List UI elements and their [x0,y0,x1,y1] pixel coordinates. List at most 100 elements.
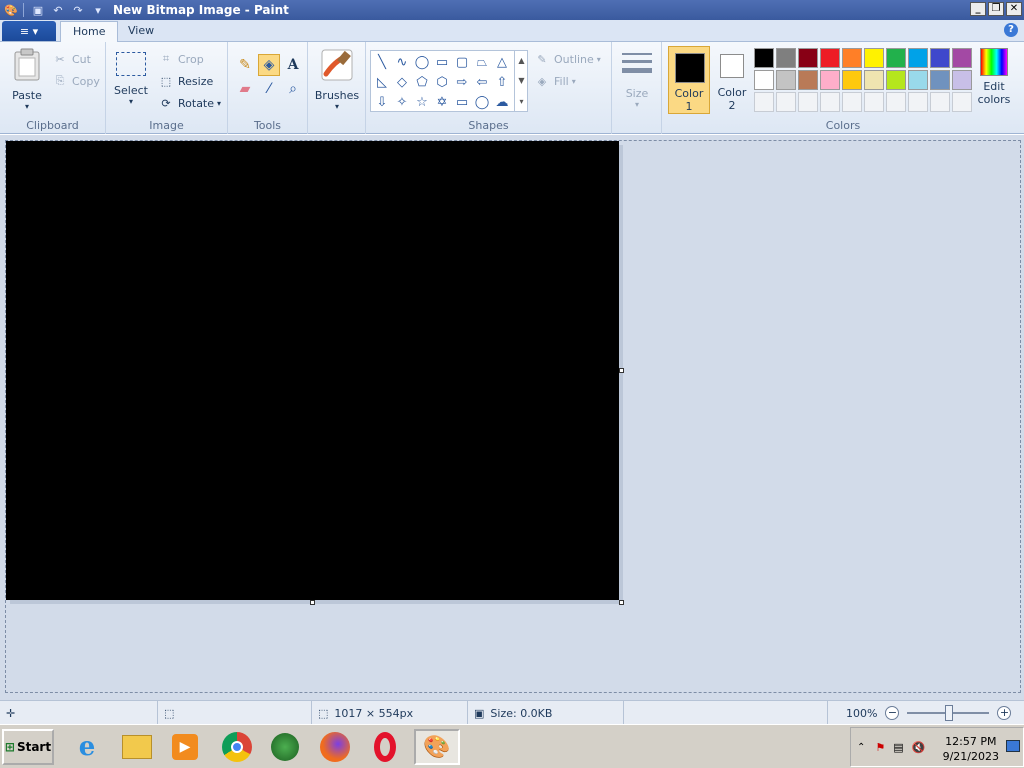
left-arrow-shape-icon[interactable]: ⇦ [472,72,492,92]
shapes-scroller[interactable]: ▲ ▼ ▾ [514,50,528,112]
opera-icon[interactable] [366,729,404,765]
curve-shape-icon[interactable]: ∿ [392,52,412,72]
paint-menu-button[interactable]: ≡ ▾ [2,21,56,41]
copy-button[interactable]: ⎘ Copy [52,72,100,90]
zoom-in-button[interactable]: + [997,706,1012,720]
resize-handle-bottom[interactable] [310,600,315,605]
line-shape-icon[interactable]: ╲ [372,52,392,72]
palette-swatch[interactable] [930,48,950,68]
text-tool-icon[interactable]: A [282,54,304,76]
zoom-slider[interactable] [907,705,990,721]
color1-button[interactable]: Color 1 [668,46,710,114]
oval-callout-shape-icon[interactable]: ◯ [472,92,492,112]
drawing-canvas[interactable] [6,141,619,600]
resize-handle-corner[interactable] [619,600,624,605]
oval-shape-icon[interactable]: ◯ [412,52,432,72]
palette-custom-slot[interactable] [864,92,884,112]
pencil-icon[interactable]: ✎ [234,54,256,76]
show-hidden-icons-icon[interactable]: ⌃ [857,742,865,753]
palette-custom-slot[interactable] [842,92,862,112]
palette-swatch[interactable] [798,48,818,68]
paint-app-icon[interactable]: 🎨 [2,2,20,18]
crop-button[interactable]: ⌗ Crop [158,50,204,68]
right-triangle-shape-icon[interactable]: ◺ [372,72,392,92]
canvas-workspace[interactable] [0,135,1024,700]
firefox-icon[interactable] [316,729,354,765]
scroll-up-icon[interactable]: ▲ [518,56,524,65]
redo-icon[interactable]: ↷ [69,2,87,18]
close-button[interactable]: ✕ [1006,2,1022,16]
palette-custom-slot[interactable] [754,92,774,112]
five-point-star-shape-icon[interactable]: ☆ [412,92,432,112]
save-icon[interactable]: ▣ [29,2,47,18]
brushes-button[interactable]: Brushes ▾ [312,48,362,111]
palette-swatch[interactable] [908,70,928,90]
outline-button[interactable]: ✎ Outline ▾ [534,50,600,68]
palette-custom-slot[interactable] [820,92,840,112]
volume-muted-icon[interactable]: 🔇 [912,741,926,754]
fill-button[interactable]: ◈ Fill ▾ [534,72,576,90]
magnifier-icon[interactable]: ⌕ [282,78,304,100]
six-point-star-shape-icon[interactable]: ✡ [432,92,452,112]
tab-view[interactable]: View [116,21,166,42]
rect-callout-shape-icon[interactable]: ▭ [452,92,472,112]
network-icon[interactable]: ▤ [893,741,903,754]
palette-swatch[interactable] [952,70,972,90]
zoom-slider-thumb[interactable] [945,705,954,721]
minimize-button[interactable]: _ [970,2,986,16]
palette-custom-slot[interactable] [886,92,906,112]
pentagon-shape-icon[interactable]: ⬠ [412,72,432,92]
four-point-star-shape-icon[interactable]: ✧ [392,92,412,112]
zoom-out-button[interactable]: − [885,706,900,720]
palette-swatch[interactable] [820,48,840,68]
palette-swatch[interactable] [842,48,862,68]
internet-explorer-icon[interactable]: e [68,729,106,765]
rounded-rectangle-shape-icon[interactable]: ▢ [452,52,472,72]
edit-colors-button[interactable]: Edit colors [972,48,1016,106]
palette-swatch[interactable] [952,48,972,68]
down-arrow-shape-icon[interactable]: ⇩ [372,92,392,112]
palette-swatch[interactable] [754,48,774,68]
file-explorer-icon[interactable] [118,729,156,765]
chrome-icon[interactable] [218,729,256,765]
palette-custom-slot[interactable] [776,92,796,112]
palette-swatch[interactable] [776,70,796,90]
palette-custom-slot[interactable] [908,92,928,112]
palette-swatch[interactable] [864,48,884,68]
scroll-down-icon[interactable]: ▼ [518,76,524,85]
hexagon-shape-icon[interactable]: ⬡ [432,72,452,92]
diamond-shape-icon[interactable]: ◇ [392,72,412,92]
palette-custom-slot[interactable] [798,92,818,112]
clock[interactable]: 12:57 PM 9/21/2023 [943,734,999,764]
cut-button[interactable]: ✂ Cut [52,50,91,68]
palette-custom-slot[interactable] [952,92,972,112]
palette-swatch[interactable] [886,70,906,90]
polygon-shape-icon[interactable]: ⏢ [472,52,492,72]
palette-swatch[interactable] [754,70,774,90]
media-player-icon[interactable]: ▶ [166,729,204,765]
resize-button[interactable]: ⬚ Resize [158,72,213,90]
gallery-expand-icon[interactable]: ▾ [519,97,523,106]
palette-swatch[interactable] [930,70,950,90]
fill-bucket-icon[interactable]: ◈ [258,54,280,76]
windows-logo-icon[interactable] [266,729,304,765]
help-icon[interactable]: ? [1004,23,1018,37]
paint-taskbar-icon[interactable]: 🎨 [414,729,460,765]
palette-swatch[interactable] [864,70,884,90]
palette-custom-slot[interactable] [930,92,950,112]
show-desktop-icon[interactable] [1006,740,1020,752]
action-center-flag-icon[interactable]: ⚑ [875,741,885,754]
select-button[interactable]: Select ▾ [112,52,150,106]
triangle-shape-icon[interactable]: △ [492,52,512,72]
palette-swatch[interactable] [908,48,928,68]
paste-button[interactable]: Paste ▾ [8,48,46,111]
tab-home[interactable]: Home [60,21,119,42]
eraser-icon[interactable]: ▰ [234,78,256,100]
color2-button[interactable]: Color 2 [712,46,752,114]
palette-swatch[interactable] [886,48,906,68]
start-button[interactable]: ⊞ Start [2,729,54,765]
customize-dropdown-icon[interactable]: ▾ [89,2,107,18]
palette-swatch[interactable] [798,70,818,90]
color-picker-icon[interactable]: ⁄ [258,78,280,100]
palette-swatch[interactable] [776,48,796,68]
